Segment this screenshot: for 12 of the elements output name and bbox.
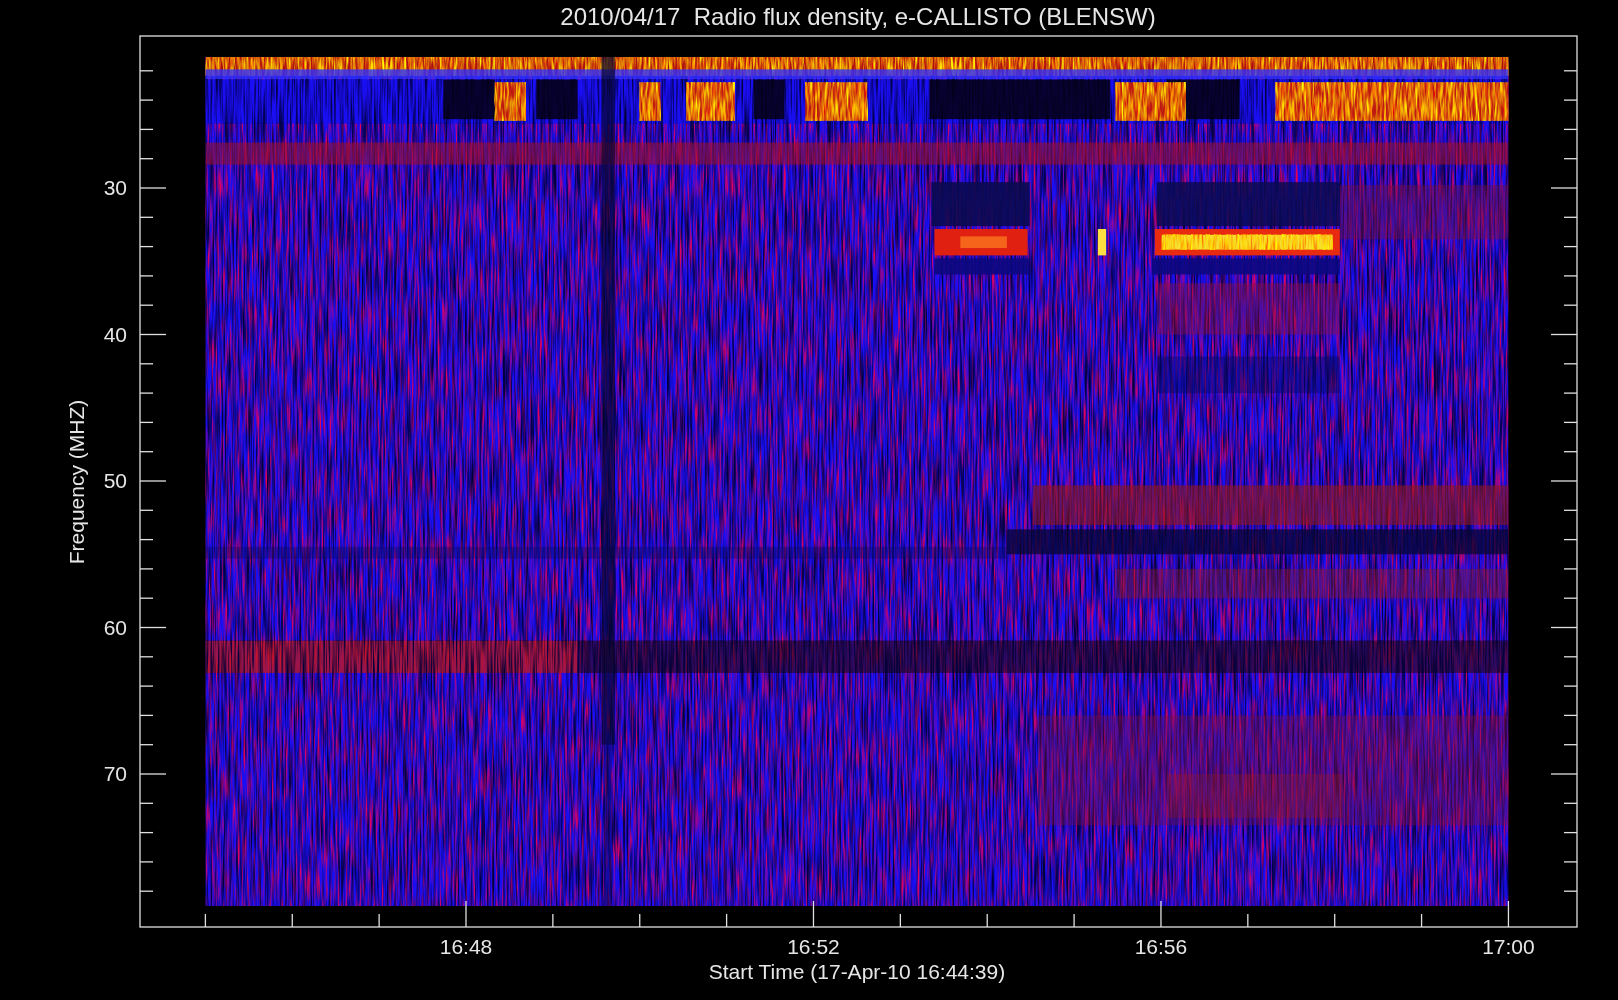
tick-label: 17:00 [1482, 935, 1535, 958]
tick-label: 16:56 [1134, 935, 1188, 958]
tick-label: 30 [103, 176, 127, 199]
tick-label: 60 [103, 615, 127, 639]
tick-label: 50 [103, 469, 127, 492]
axis-label: Frequency (MHZ) [65, 399, 88, 565]
plot-title: 2010/04/17 Radio flux density, e-CALLISTO (BLENSW) [560, 3, 1156, 30]
axis-label: Start Time (17-Apr-10 16:44:39) [708, 960, 1006, 983]
tick-label: 70 [103, 762, 127, 785]
tick-label: 16:48 [439, 935, 493, 958]
tick-label: 16:52 [787, 935, 840, 958]
tick-label: 40 [103, 322, 127, 346]
